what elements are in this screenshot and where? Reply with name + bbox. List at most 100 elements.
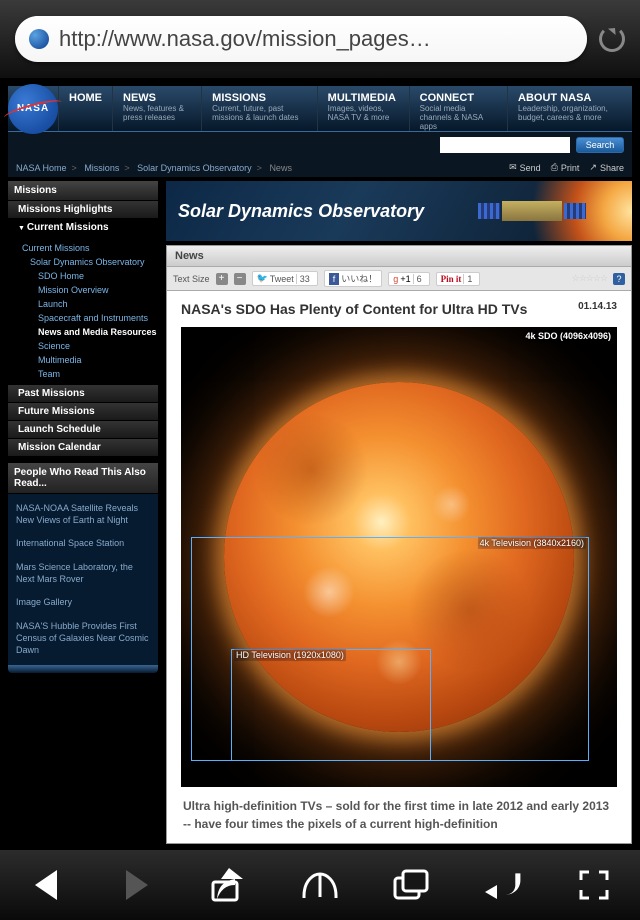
search-input[interactable]: [440, 137, 570, 153]
rating-stars[interactable]: ☆☆☆☆☆: [572, 273, 607, 284]
sidebar-past[interactable]: Past Missions: [8, 385, 158, 403]
tree-team[interactable]: Team: [8, 367, 158, 381]
nav-missions[interactable]: MISSIONS Current, future, past missions …: [201, 86, 316, 131]
bc-home[interactable]: NASA Home: [16, 163, 67, 173]
text-size-label: Text Size: [173, 274, 210, 284]
left-sidebar: Missions Missions Highlights Current Mis…: [8, 181, 158, 844]
share-browser-icon: [209, 868, 249, 902]
return-icon: [483, 870, 523, 900]
sidebar-schedule[interactable]: Launch Schedule: [8, 421, 158, 439]
sidebar-header: Missions: [8, 181, 158, 201]
search-bar: Search: [8, 132, 632, 158]
tree-sdo[interactable]: Solar Dynamics Observatory: [8, 255, 158, 269]
article-date: 01.14.13: [578, 301, 617, 312]
nav-title: CONNECT: [420, 92, 497, 104]
nav-home[interactable]: HOME: [58, 86, 112, 131]
sidebar-tree: Current Missions Solar Dynamics Observat…: [8, 237, 158, 385]
related-link[interactable]: Image Gallery: [16, 594, 150, 612]
fullscreen-button[interactable]: [570, 861, 618, 909]
nav-title: HOME: [69, 92, 102, 104]
nav-connect[interactable]: CONNECT Social media channels & NASA app…: [409, 86, 507, 131]
sidebar-calendar[interactable]: Mission Calendar: [8, 439, 158, 457]
tree-curmissions[interactable]: Current Missions: [8, 241, 158, 255]
back-button[interactable]: [22, 861, 70, 909]
related-link[interactable]: NASA'S Hubble Provides First Census of G…: [16, 618, 150, 659]
news-header: News: [167, 246, 631, 267]
breadcrumb: NASA Home> Missions> Solar Dynamics Obse…: [8, 158, 632, 177]
tree-sdohome[interactable]: SDO Home: [8, 269, 158, 283]
nav-multimedia[interactable]: MULTIMEDIA Images, videos, NASA TV & mor…: [317, 86, 409, 131]
text-size-decrease[interactable]: −: [234, 273, 246, 285]
article-title: NASA's SDO Has Plenty of Content for Ult…: [181, 301, 527, 317]
bc-missions[interactable]: Missions: [84, 163, 119, 173]
send-button[interactable]: ✉Send: [509, 162, 541, 173]
hero-title: Solar Dynamics Observatory: [178, 201, 424, 222]
tabs-button[interactable]: [387, 861, 435, 909]
nav-subtitle: Leadership, organization, budget, career…: [518, 105, 622, 123]
sidebar-highlights[interactable]: Missions Highlights: [8, 201, 158, 219]
forward-icon: [126, 870, 148, 900]
related-footer: [8, 665, 158, 673]
fb-like-button[interactable]: fいいね！: [324, 270, 383, 287]
nav-news[interactable]: NEWS News, features & press releases: [112, 86, 201, 131]
webpage-viewport: NASA HOME NEWS News, features & press re…: [0, 78, 640, 850]
tree-spacecraft[interactable]: Spacecraft and Instruments: [8, 311, 158, 325]
sidebar-current[interactable]: Current Missions: [8, 219, 158, 237]
nav-subtitle: Current, future, past missions & launch …: [212, 105, 306, 123]
reload-icon[interactable]: [599, 26, 625, 52]
url-bar[interactable]: http://www.nasa.gov/mission_pages…: [15, 16, 587, 62]
favicon-icon: [29, 29, 49, 49]
tweet-button[interactable]: 🐦Tweet33: [252, 271, 318, 286]
main-column: Solar Dynamics Observatory News Text Siz…: [166, 181, 632, 844]
hero-banner: Solar Dynamics Observatory: [166, 181, 632, 241]
bookmarks-icon: [300, 870, 340, 900]
nav-title: MISSIONS: [212, 92, 306, 104]
pinit-button[interactable]: Pin it1: [436, 272, 481, 286]
forward-button[interactable]: [113, 861, 161, 909]
search-button[interactable]: Search: [576, 137, 624, 153]
gplus-button[interactable]: g+16: [388, 272, 429, 286]
tree-newsmedia[interactable]: News and Media Resources: [8, 325, 158, 339]
tree-science[interactable]: Science: [8, 339, 158, 353]
gplus-icon: g: [393, 274, 398, 284]
nav-subtitle: News, features & press releases: [123, 105, 191, 123]
nasa-logo-icon: NASA: [8, 84, 58, 134]
related-link[interactable]: NASA-NOAA Satellite Reveals New Views of…: [16, 500, 150, 529]
url-text: http://www.nasa.gov/mission_pages…: [59, 26, 573, 52]
related-link[interactable]: Mars Science Laboratory, the Next Mars R…: [16, 559, 150, 588]
nav-title: MULTIMEDIA: [328, 92, 399, 104]
nav-about[interactable]: ABOUT NASA Leadership, organization, bud…: [507, 86, 632, 131]
share-browser-button[interactable]: [205, 861, 253, 909]
tree-launch[interactable]: Launch: [8, 297, 158, 311]
back-icon: [35, 870, 57, 900]
figure-caption: Ultra high-definition TVs – sold for the…: [181, 787, 617, 833]
logo-cell[interactable]: NASA: [8, 86, 58, 131]
tree-overview[interactable]: Mission Overview: [8, 283, 158, 297]
label-4ksdo: 4k SDO (4096x4096): [525, 331, 611, 341]
facebook-icon: f: [329, 273, 340, 285]
article-body: NASA's SDO Has Plenty of Content for Ult…: [167, 291, 631, 843]
sidebar-future[interactable]: Future Missions: [8, 403, 158, 421]
browser-bottom-bar: [0, 850, 640, 920]
nav-subtitle: Social media channels & NASA apps: [420, 105, 497, 131]
label-hdtv: HD Television (1920x1080): [234, 649, 346, 661]
content-box: News Text Size + − 🐦Tweet33 fいいね！ g+16 P…: [166, 245, 632, 844]
twitter-icon: 🐦: [257, 273, 268, 284]
share-button[interactable]: ↗Share: [589, 162, 624, 173]
fullscreen-icon: [578, 869, 610, 901]
bc-sdo[interactable]: Solar Dynamics Observatory: [137, 163, 252, 173]
share-icon: ↗: [589, 162, 597, 173]
related-header: People Who Read This Also Read...: [8, 463, 158, 494]
global-nav: NASA HOME NEWS News, features & press re…: [8, 86, 632, 132]
article-toolbar: Text Size + − 🐦Tweet33 fいいね！ g+16 Pin it…: [167, 267, 631, 291]
tree-multimedia[interactable]: Multimedia: [8, 353, 158, 367]
return-button[interactable]: [479, 861, 527, 909]
related-link[interactable]: International Space Station: [16, 535, 150, 553]
help-icon[interactable]: ?: [613, 273, 625, 285]
nav-title: ABOUT NASA: [518, 92, 622, 104]
nav-subtitle: Images, videos, NASA TV & more: [328, 105, 399, 123]
print-button[interactable]: ⎙Print: [551, 162, 580, 173]
bookmarks-button[interactable]: [296, 861, 344, 909]
satellite-icon: [502, 201, 562, 221]
text-size-increase[interactable]: +: [216, 273, 228, 285]
